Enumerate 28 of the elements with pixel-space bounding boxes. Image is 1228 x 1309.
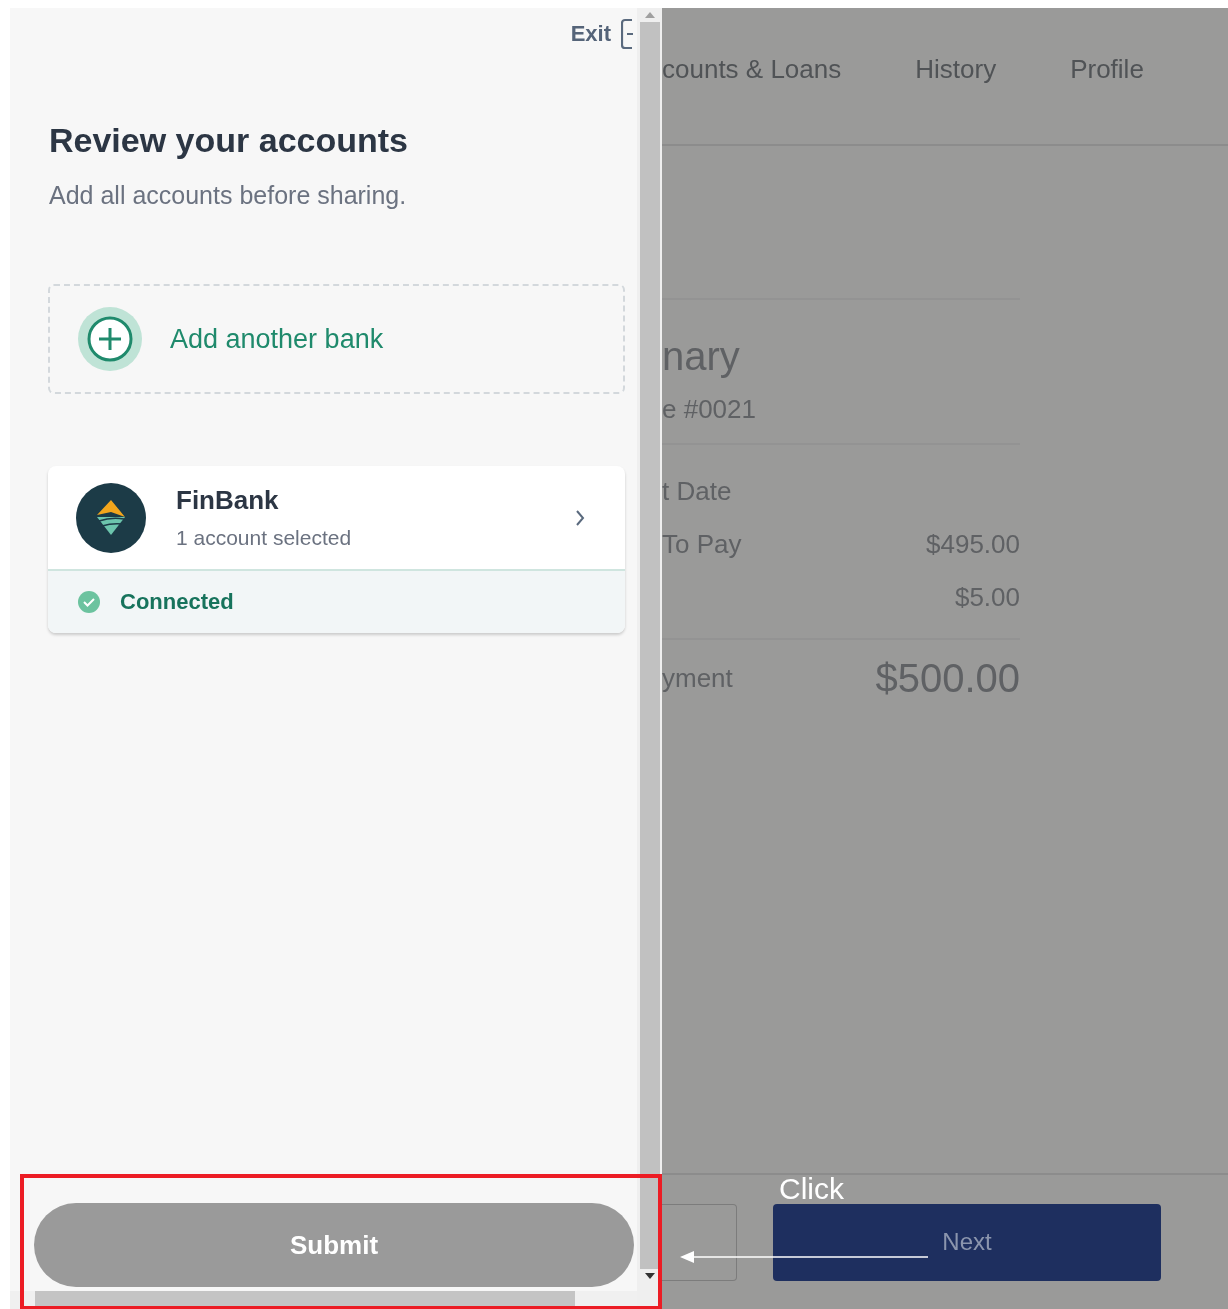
status-text: Connected (120, 589, 234, 615)
summary-title: nary (662, 333, 741, 380)
chevron-right-icon (575, 508, 585, 527)
annotation-text: Click (779, 1172, 844, 1206)
row-value: $495.00 (926, 529, 1020, 560)
exit-icon (621, 18, 633, 50)
row-value: $5.00 (954, 582, 1020, 613)
invoice-number: e #0021 (662, 394, 1020, 445)
nav-link[interactable]: Profile (1070, 53, 1144, 85)
nav-link[interactable]: History (915, 53, 997, 85)
bank-name: FinBank (176, 485, 280, 516)
bank-detail: 1 account selected (176, 526, 353, 550)
exit-button[interactable]: Exit (570, 17, 633, 51)
total-label: yment (662, 662, 733, 694)
row-label: To Pay (662, 529, 742, 560)
add-bank-label: Add another bank (170, 323, 384, 355)
vertical-scrollbar[interactable] (637, 8, 662, 1309)
subtitle-text: Add all accounts before sharing. (49, 180, 408, 210)
total-value: $500.00 (875, 655, 1020, 701)
add-icon (78, 307, 142, 371)
row-label: t Date (662, 476, 732, 507)
next-button[interactable]: Next (773, 1203, 1161, 1281)
scroll-up-icon[interactable] (644, 12, 655, 18)
bank-logo-icon (76, 482, 146, 553)
scroll-down-icon[interactable] (644, 1273, 655, 1279)
add-bank-button[interactable]: Add another bank (48, 284, 625, 394)
nav-link[interactable]: counts & Loans (662, 53, 842, 85)
page-title: Review your accounts (49, 120, 409, 160)
